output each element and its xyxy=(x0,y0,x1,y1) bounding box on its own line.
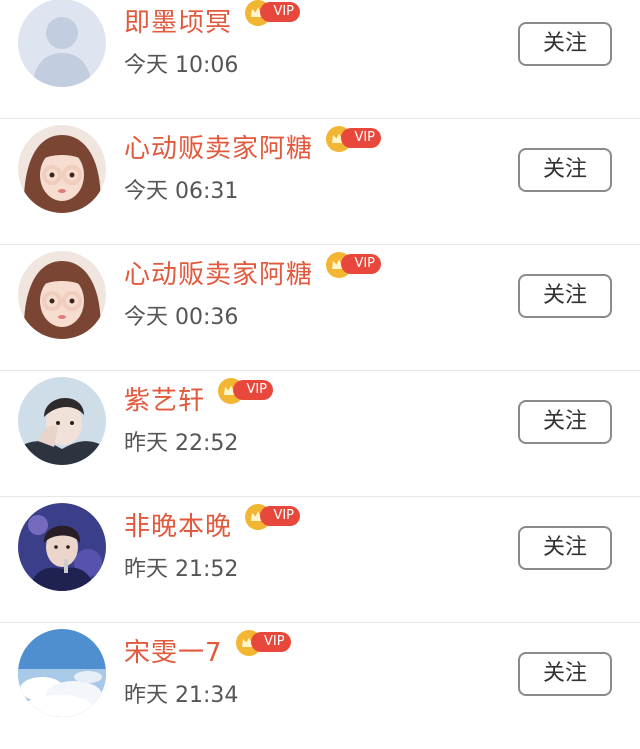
follow-button[interactable]: 关注 xyxy=(518,652,612,696)
list-item[interactable]: 心动贩卖家阿糖 VIP 今天 06:31 关注 xyxy=(0,119,640,245)
vip-label: VIP xyxy=(233,380,274,400)
timestamp: 昨天 22:52 xyxy=(124,431,239,456)
vip-label: VIP xyxy=(260,2,301,22)
user-name[interactable]: 非晚本晚 xyxy=(124,509,232,545)
vip-label: VIP xyxy=(341,128,382,148)
default-avatar-icon xyxy=(18,0,106,87)
timestamp: 今天 10:06 xyxy=(124,53,239,78)
vip-label: VIP xyxy=(260,506,301,526)
vip-badge: VIP xyxy=(244,503,302,531)
follow-button[interactable]: 关注 xyxy=(518,22,612,66)
avatar[interactable] xyxy=(18,251,106,339)
avatar[interactable] xyxy=(18,629,106,717)
avatar[interactable] xyxy=(18,0,106,87)
vip-label: VIP xyxy=(341,254,382,274)
user-name[interactable]: 心动贩卖家阿糖 xyxy=(124,131,313,167)
vip-label: VIP xyxy=(250,632,291,652)
vip-badge: VIP xyxy=(217,377,275,405)
name-line: 紫艺轩 VIP xyxy=(124,378,275,419)
follow-button[interactable]: 关注 xyxy=(518,526,612,570)
name-line: 心动贩卖家阿糖 VIP xyxy=(124,252,383,293)
avatar[interactable] xyxy=(18,125,106,213)
timestamp: 昨天 21:34 xyxy=(124,683,239,708)
user-name[interactable]: 即墨顷冥 xyxy=(124,5,232,41)
follow-button[interactable]: 关注 xyxy=(518,400,612,444)
list-item[interactable]: 非晚本晚 VIP 昨天 21:52 关注 xyxy=(0,497,640,623)
singer-photo-avatar-icon xyxy=(18,503,106,591)
girl-photo-avatar-icon xyxy=(18,125,106,213)
name-line: 心动贩卖家阿糖 VIP xyxy=(124,126,383,167)
user-name[interactable]: 心动贩卖家阿糖 xyxy=(124,257,313,293)
boy-photo-avatar-icon xyxy=(18,377,106,465)
follow-button[interactable]: 关注 xyxy=(518,148,612,192)
name-line: 即墨顷冥 VIP xyxy=(124,0,302,41)
follow-button[interactable]: 关注 xyxy=(518,274,612,318)
list-item[interactable]: 宋雯一7 VIP 昨天 21:34 关注 xyxy=(0,623,640,749)
timestamp: 今天 00:36 xyxy=(124,305,239,330)
sky-clouds-avatar-icon xyxy=(18,629,106,717)
vip-badge: VIP xyxy=(325,125,383,153)
name-line: 非晚本晚 VIP xyxy=(124,504,302,545)
user-name[interactable]: 宋雯一7 xyxy=(124,635,223,671)
list-item[interactable]: 紫艺轩 VIP 昨天 22:52 关注 xyxy=(0,371,640,497)
timestamp: 今天 06:31 xyxy=(124,179,239,204)
list-item[interactable]: 心动贩卖家阿糖 VIP 今天 00:36 关注 xyxy=(0,245,640,371)
avatar[interactable] xyxy=(18,503,106,591)
user-name[interactable]: 紫艺轩 xyxy=(124,383,205,419)
list-item[interactable]: 即墨顷冥 VIP 今天 10:06 关注 xyxy=(0,0,640,119)
name-line: 宋雯一7 VIP xyxy=(124,630,293,671)
girl-photo-avatar-icon xyxy=(18,251,106,339)
vip-badge: VIP xyxy=(244,0,302,27)
vip-badge: VIP xyxy=(235,629,293,657)
follow-list: 即墨顷冥 VIP 今天 10:06 关注 心动贩卖家阿糖 VIP 今天 06:3… xyxy=(0,0,640,735)
timestamp: 昨天 21:52 xyxy=(124,557,239,582)
avatar[interactable] xyxy=(18,377,106,465)
vip-badge: VIP xyxy=(325,251,383,279)
